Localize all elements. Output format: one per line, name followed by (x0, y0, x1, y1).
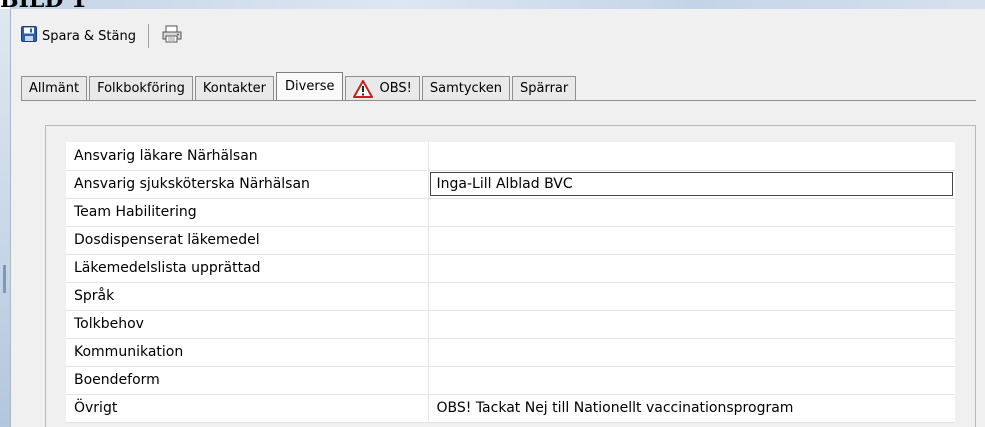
window-title-strip (10, 0, 985, 9)
field-value-dosdispenserat[interactable] (428, 226, 955, 255)
field-value-ovrigt[interactable]: OBS! Tackat Nej till Nationellt vaccinat… (428, 394, 955, 423)
left-window-edge (0, 9, 10, 427)
table-row: Kommunikation (66, 338, 955, 367)
field-label: Team Habilitering (66, 198, 429, 227)
field-label: Läkemedelslista upprättad (66, 254, 429, 283)
table-row: Ansvarig sjuksköterska Närhälsan Inga-Li… (66, 170, 955, 199)
patient-window: Spara & Stäng Allmänt Folkbokföring Kont… (10, 9, 985, 427)
save-close-label: Spara & Stäng (42, 28, 136, 44)
field-label: Dosdispenserat läkemedel (66, 226, 429, 255)
tab-sparrar[interactable]: Spärrar (511, 76, 577, 100)
save-close-button[interactable]: Spara & Stäng (17, 22, 140, 50)
tab-folkbokforing[interactable]: Folkbokföring (89, 76, 193, 100)
field-value-kommunikation[interactable] (428, 338, 955, 367)
floppy-disk-icon (21, 26, 37, 46)
table-row: Tolkbehov (66, 310, 955, 339)
tab-diverse[interactable]: Diverse (276, 72, 344, 100)
table-row: Övrigt OBS! Tackat Nej till Nationellt v… (66, 394, 955, 423)
table-row: Team Habilitering (66, 198, 955, 227)
tab-label: Samtycken (429, 81, 502, 96)
tab-label: Folkbokföring (97, 81, 185, 96)
field-value-sprak[interactable] (428, 282, 955, 311)
tab-samtycken[interactable]: Samtycken (421, 76, 510, 100)
tab-strip: Allmänt Folkbokföring Kontakter Diverse … (21, 72, 578, 100)
print-button[interactable] (157, 22, 187, 50)
document-heading: BILD 1 (0, 0, 87, 13)
tab-kontakter[interactable]: Kontakter (194, 76, 275, 100)
field-value-ansvarig-lakare[interactable] (428, 142, 955, 171)
edge-marker (3, 265, 6, 293)
tab-label: Allmänt (29, 81, 80, 96)
field-label: Ansvarig sjuksköterska Närhälsan (66, 170, 429, 199)
field-value-team-habilitering[interactable] (428, 198, 955, 227)
table-row: Ansvarig läkare Närhälsan (66, 142, 955, 171)
toolbar: Spara & Stäng (11, 19, 187, 53)
field-label: Boendeform (66, 366, 429, 395)
field-label: Tolkbehov (66, 310, 429, 339)
table-row: Boendeform (66, 366, 955, 395)
field-value-boendeform[interactable] (428, 366, 955, 395)
table-row: Dosdispenserat läkemedel (66, 226, 955, 255)
tab-allmant[interactable]: Allmänt (21, 76, 88, 100)
toolbar-separator (148, 24, 149, 48)
field-value-lakemedelslista[interactable] (428, 254, 955, 283)
table-row: Läkemedelslista upprättad (66, 254, 955, 283)
tab-label: Spärrar (519, 81, 569, 96)
tab-panel-border (21, 100, 976, 101)
tab-obs[interactable]: OBS! (345, 76, 420, 100)
field-label: Övrigt (66, 394, 429, 423)
field-label: Språk (66, 282, 429, 311)
warning-icon (353, 79, 374, 98)
field-value-ansvarig-sjukskoterska[interactable]: Inga-Lill Alblad BVC (428, 170, 955, 199)
tab-label: Diverse (285, 79, 335, 94)
table-row: Språk (66, 282, 955, 311)
diverse-field-grid: Ansvarig läkare Närhälsan Ansvarig sjuks… (66, 142, 955, 423)
printer-icon (161, 25, 183, 47)
tab-label: Kontakter (202, 81, 267, 96)
field-label: Ansvarig läkare Närhälsan (66, 142, 429, 171)
field-label: Kommunikation (66, 338, 429, 367)
field-value-tolkbehov[interactable] (428, 310, 955, 339)
tab-label: OBS! (379, 81, 412, 96)
